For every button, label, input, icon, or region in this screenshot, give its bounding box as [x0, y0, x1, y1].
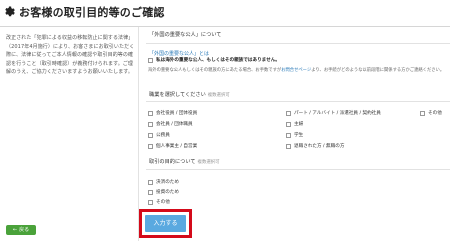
pep-heading-text: 「外国の重要な公人」について	[149, 32, 222, 38]
occupation-option-student[interactable]: 学生	[286, 132, 303, 138]
checkbox-box[interactable]	[148, 179, 153, 185]
back-button[interactable]: ← 戻る	[6, 225, 36, 235]
occupation-option-public-servant[interactable]: 公務員	[148, 132, 170, 138]
occupation-option-employee[interactable]: 会社員 / 団体職員	[148, 121, 193, 127]
option-label: 決済のため	[156, 180, 179, 185]
left-panel: 改正された「犯罪による収益の移転防止に関する法律」（2017年4月施行）により、…	[0, 27, 139, 241]
inquiry-page-link[interactable]: お問合せページ	[281, 68, 311, 73]
checkbox-box[interactable]	[286, 110, 291, 116]
checkbox-box[interactable]	[420, 110, 425, 116]
checkbox-box[interactable]	[148, 110, 153, 116]
pep-declaration-label: 私は海外の重要な公人、もしくはその親族ではありません。	[156, 58, 280, 63]
option-label: 公務員	[156, 133, 170, 138]
option-label: パート / アルバイト / 派遣社員 / 契約社員	[294, 111, 381, 116]
occupation-heading: 職業を選択してください 複数選択可	[149, 91, 230, 98]
option-label: 学生	[294, 133, 304, 138]
option-label: 会社役員 / 団体役員	[156, 111, 198, 116]
occupation-option-executive[interactable]: 会社役員 / 団体役員	[148, 110, 197, 116]
checkbox-box[interactable]	[148, 143, 153, 149]
arrow-left-icon: ←	[12, 227, 18, 233]
occupation-option-other[interactable]: その他	[420, 110, 442, 116]
purpose-subnote: 複数選択可	[197, 160, 220, 165]
page-header: お客様の取引目的等のご確認	[0, 0, 450, 27]
pep-divider	[146, 43, 450, 44]
checkbox-box[interactable]	[148, 189, 153, 195]
checkbox-box[interactable]	[148, 199, 153, 205]
purpose-option-other[interactable]: その他	[148, 199, 170, 205]
checkbox-box[interactable]	[148, 132, 153, 138]
occupation-subnote: 複数選択可	[207, 93, 230, 98]
purpose-option-settlement[interactable]: 決済のため	[148, 179, 179, 185]
pep-heading: 「外国の重要な公人」について	[149, 31, 221, 38]
occupation-option-self-employed[interactable]: 個人事業主 / 自営業	[148, 143, 197, 149]
checkbox-box[interactable]	[286, 143, 291, 149]
occupation-option-homemaker[interactable]: 主婦	[286, 121, 303, 127]
purpose-heading: 取引の目的について 複数選択可	[149, 158, 220, 165]
checkbox-box[interactable]	[148, 57, 153, 63]
purpose-option-investment[interactable]: 投資のため	[148, 189, 179, 195]
checkbox-box[interactable]	[286, 121, 291, 127]
occupation-divider	[146, 101, 450, 102]
option-label: 退職された方 / 無職の方	[294, 144, 345, 149]
gear-icon	[5, 6, 15, 17]
checkbox-box[interactable]	[148, 121, 153, 127]
option-label: その他	[156, 200, 170, 205]
back-button-label: 戻る	[19, 227, 30, 233]
purpose-divider	[146, 169, 450, 170]
submit-button[interactable]: 入力する	[145, 215, 186, 232]
legal-notice: 改正された「犯罪による収益の移転防止に関する法律」（2017年4月施行）により、…	[6, 35, 135, 76]
pep-definition-link[interactable]: 「外国の重要な公人」とは	[149, 50, 209, 57]
pep-declaration-checkbox[interactable]: 私は海外の重要な公人、もしくはその親族ではありません。	[148, 57, 280, 63]
occupation-heading-text: 職業を選択してください	[149, 92, 206, 98]
pep-note-text-end: より、お手続がどのような以前段階に関係する方かご連絡ください。	[311, 68, 445, 73]
occupation-option-retired[interactable]: 退職された方 / 無職の方	[286, 143, 344, 149]
option-label: 主婦	[294, 122, 304, 127]
page-title: お客様の取引目的等のご確認	[19, 6, 165, 19]
option-label: 投資のため	[156, 190, 179, 195]
purpose-heading-text: 取引の目的について	[149, 159, 196, 165]
occupation-option-part-time[interactable]: パート / アルバイト / 派遣社員 / 契約社員	[286, 110, 381, 116]
option-label: 個人事業主 / 自営業	[156, 144, 198, 149]
pep-note-text: 海外の重要な公人もしくはその親族の方にあたる場合、お手数ですが	[148, 68, 282, 73]
checkbox-box[interactable]	[286, 132, 291, 138]
option-label: その他	[428, 111, 442, 116]
option-label: 会社員 / 団体職員	[156, 122, 193, 127]
pep-note: 海外の重要な公人もしくはその親族の方にあたる場合、お手数ですがお問合せページより…	[148, 67, 444, 73]
